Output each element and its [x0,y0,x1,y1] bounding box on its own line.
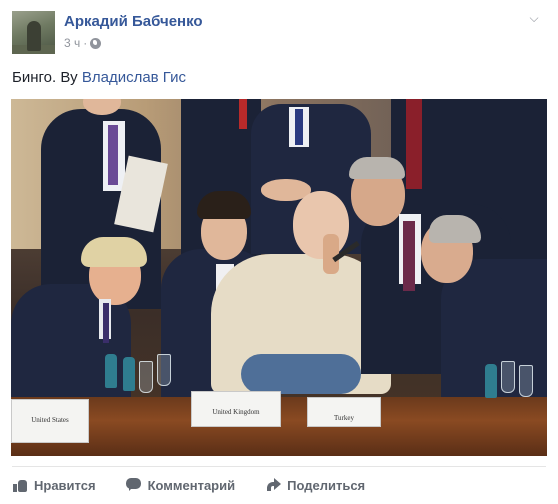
post-text: Бинго. Ву Владислав Гис [12,69,186,86]
post-action-bar: Нравится Комментарий Поделиться [12,472,395,498]
like-label: Нравится [34,477,96,493]
comment-button[interactable]: Комментарий [125,477,236,493]
comment-label: Комментарий [147,477,236,493]
name-card-turkey: Turkey [307,397,381,427]
author-avatar[interactable] [12,11,55,54]
share-label: Поделиться [287,477,366,493]
share-button[interactable]: Поделиться [265,477,365,493]
post-meta: 3 ч · [64,36,102,50]
globe-icon[interactable] [90,37,102,49]
thumbs-up-icon [12,477,28,493]
author-name-link[interactable]: Аркадий Бабченко [64,13,203,30]
name-card-united-kingdom: United Kingdom [191,391,281,427]
chevron-down-icon[interactable]: ⌵ [524,10,544,26]
facebook-post: Аркадий Бабченко 3 ч · ⌵ Бинго. Ву Влади… [0,0,558,504]
post-photo[interactable]: United States United Kingdom Turkey [11,99,547,456]
like-button[interactable]: Нравится [12,477,96,493]
tagged-user-link[interactable]: Владислав Гис [82,69,186,86]
name-card-united-states: United States [11,399,89,443]
action-divider [12,466,546,467]
post-text-prefix: Бинго. Ву [12,69,78,86]
comment-icon [125,477,142,493]
meta-separator: · [83,36,88,50]
post-time[interactable]: 3 ч [64,36,80,50]
share-arrow-icon [265,477,282,493]
